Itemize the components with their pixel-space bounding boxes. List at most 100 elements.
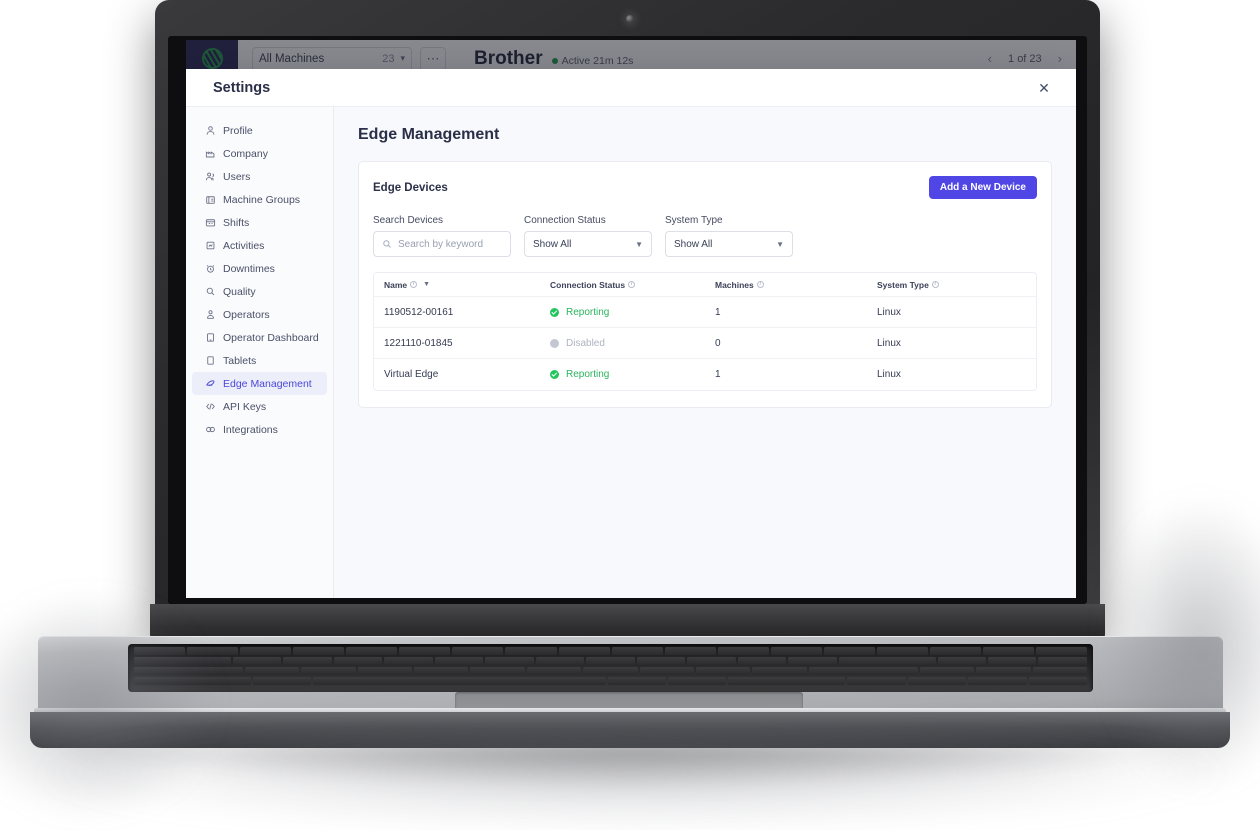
info-icon[interactable]: i bbox=[931, 281, 939, 288]
sidebar-item-api-keys[interactable]: API Keys bbox=[192, 395, 327, 418]
users-icon bbox=[205, 171, 216, 182]
machine-icon bbox=[205, 194, 216, 205]
column-header-connection-status[interactable]: Connection Status i bbox=[550, 280, 715, 290]
laptop-shadow bbox=[60, 742, 1200, 788]
status-text: Reporting bbox=[566, 306, 610, 318]
status-disabled-icon bbox=[550, 338, 559, 348]
filter-label: Connection Status bbox=[524, 215, 606, 226]
laptop-keyboard bbox=[128, 644, 1093, 692]
column-label: Connection Status bbox=[550, 279, 626, 290]
sidebar-item-label: Tablets bbox=[223, 354, 257, 367]
tablet-icon bbox=[205, 332, 216, 343]
table-row[interactable]: 1190512-00161 Reporting 1 Linux bbox=[374, 297, 1036, 328]
sort-chevron-down-icon[interactable]: ▼ bbox=[423, 281, 430, 288]
info-icon[interactable]: i bbox=[756, 281, 764, 288]
laptop-mockup: All Machines 23 ▾ ⋯ Brother Active 21m 1… bbox=[0, 0, 1260, 830]
integrations-icon bbox=[205, 424, 216, 435]
sidebar-item-label: Integrations bbox=[223, 423, 278, 436]
sidebar-item-label: Edge Management bbox=[223, 377, 312, 390]
settings-sidebar: Profile Company Users Machine Groups Shi… bbox=[186, 107, 334, 598]
edge-device-icon bbox=[205, 378, 216, 389]
column-label: Name bbox=[384, 279, 408, 290]
edge-devices-table: Name i ▼ Connection Status i Machines i … bbox=[373, 272, 1037, 391]
close-icon[interactable]: ✕ bbox=[1034, 78, 1054, 98]
page-title: Edge Management bbox=[358, 126, 500, 143]
sidebar-item-operators[interactable]: Operators bbox=[192, 303, 327, 326]
cell-connection-status: Reporting bbox=[550, 369, 715, 380]
column-label: System Type bbox=[877, 279, 929, 290]
factory-icon bbox=[205, 148, 216, 159]
sidebar-item-activities[interactable]: Activities bbox=[192, 234, 327, 257]
status-ok-icon bbox=[550, 307, 559, 317]
sidebar-item-label: Downtimes bbox=[223, 262, 275, 275]
status-ok-icon bbox=[550, 370, 559, 379]
filters-row: Search Devices Search by keyword Connect… bbox=[373, 215, 1037, 257]
card-header: Edge Devices Add a New Device bbox=[373, 176, 1037, 199]
modal-header: Settings ✕ bbox=[186, 69, 1076, 107]
sidebar-item-company[interactable]: Company bbox=[192, 142, 327, 165]
system-type-select[interactable]: Show All ▼ bbox=[665, 231, 793, 257]
alarm-clock-icon bbox=[205, 263, 216, 274]
sidebar-item-label: Activities bbox=[223, 239, 265, 252]
filter-label: Search Devices bbox=[373, 215, 444, 226]
cell-system-type: Linux bbox=[877, 369, 901, 380]
user-icon bbox=[205, 125, 216, 136]
sidebar-item-quality[interactable]: Quality bbox=[192, 280, 327, 303]
cell-system-type: Linux bbox=[877, 306, 901, 318]
settings-modal: Settings ✕ Profile Company Users Machine… bbox=[186, 69, 1076, 598]
cell-device-name: 1221110-01845 bbox=[384, 337, 453, 349]
column-header-name[interactable]: Name i ▼ bbox=[384, 280, 550, 290]
status-text: Reporting bbox=[566, 369, 610, 380]
search-input[interactable]: Search by keyword bbox=[373, 231, 511, 257]
info-icon[interactable]: i bbox=[410, 281, 418, 288]
table-row[interactable]: Virtual Edge Reporting 1 Linux bbox=[374, 359, 1036, 390]
filter-label: System Type bbox=[665, 215, 723, 226]
sidebar-item-shifts[interactable]: Shifts bbox=[192, 211, 327, 234]
sidebar-item-operator-dashboard[interactable]: Operator Dashboard bbox=[192, 326, 327, 349]
column-header-system-type[interactable]: System Type i bbox=[877, 280, 1036, 290]
webcam-icon bbox=[626, 15, 634, 23]
sidebar-item-profile[interactable]: Profile bbox=[192, 119, 327, 142]
cell-machines: 0 bbox=[715, 337, 721, 349]
calendar-icon bbox=[205, 217, 216, 228]
sidebar-item-machine-groups[interactable]: Machine Groups bbox=[192, 188, 327, 211]
edge-devices-card: Edge Devices Add a New Device Search Dev… bbox=[358, 161, 1052, 408]
tablet-outline-icon bbox=[205, 355, 216, 366]
add-new-device-button[interactable]: Add a New Device bbox=[928, 176, 1037, 199]
sidebar-item-downtimes[interactable]: Downtimes bbox=[192, 257, 327, 280]
table-header-row: Name i ▼ Connection Status i Machines i … bbox=[374, 273, 1036, 297]
search-placeholder: Search by keyword bbox=[398, 238, 484, 250]
cell-device-name: 1190512-00161 bbox=[384, 306, 454, 318]
sidebar-item-label: Operator Dashboard bbox=[223, 331, 319, 344]
sidebar-item-label: Profile bbox=[223, 124, 253, 137]
sidebar-item-edge-management[interactable]: Edge Management bbox=[192, 372, 327, 395]
info-icon[interactable]: i bbox=[628, 281, 636, 288]
magnifier-icon bbox=[205, 286, 216, 297]
sidebar-item-users[interactable]: Users bbox=[192, 165, 327, 188]
connection-status-select[interactable]: Show All ▼ bbox=[524, 231, 652, 257]
table-row[interactable]: 1221110-01845 Disabled 0 Linux bbox=[374, 328, 1036, 359]
select-value: Show All bbox=[674, 238, 713, 250]
modal-body: Profile Company Users Machine Groups Shi… bbox=[186, 107, 1076, 598]
filter-system-type: System Type Show All ▼ bbox=[665, 215, 793, 257]
operator-icon bbox=[205, 309, 216, 320]
cell-device-name: Virtual Edge bbox=[384, 369, 439, 380]
code-brackets-icon bbox=[205, 401, 216, 412]
settings-content: Edge Management Edge Devices Add a New D… bbox=[334, 107, 1076, 598]
sidebar-item-label: Company bbox=[223, 147, 268, 160]
activity-icon bbox=[205, 240, 216, 251]
cell-system-type: Linux bbox=[877, 337, 901, 349]
sidebar-item-label: Quality bbox=[223, 285, 256, 298]
chevron-down-icon: ▼ bbox=[635, 239, 643, 249]
card-title: Edge Devices bbox=[373, 181, 448, 194]
search-icon bbox=[383, 240, 391, 248]
status-text: Disabled bbox=[566, 337, 605, 349]
sidebar-item-integrations[interactable]: Integrations bbox=[192, 418, 327, 441]
sidebar-item-label: Users bbox=[223, 170, 251, 183]
sidebar-item-tablets[interactable]: Tablets bbox=[192, 349, 327, 372]
modal-title: Settings bbox=[213, 79, 271, 96]
sidebar-item-label: Operators bbox=[223, 308, 270, 321]
column-header-machines[interactable]: Machines i bbox=[715, 280, 877, 290]
cell-connection-status: Disabled bbox=[550, 338, 715, 349]
cell-machines: 1 bbox=[715, 306, 721, 318]
